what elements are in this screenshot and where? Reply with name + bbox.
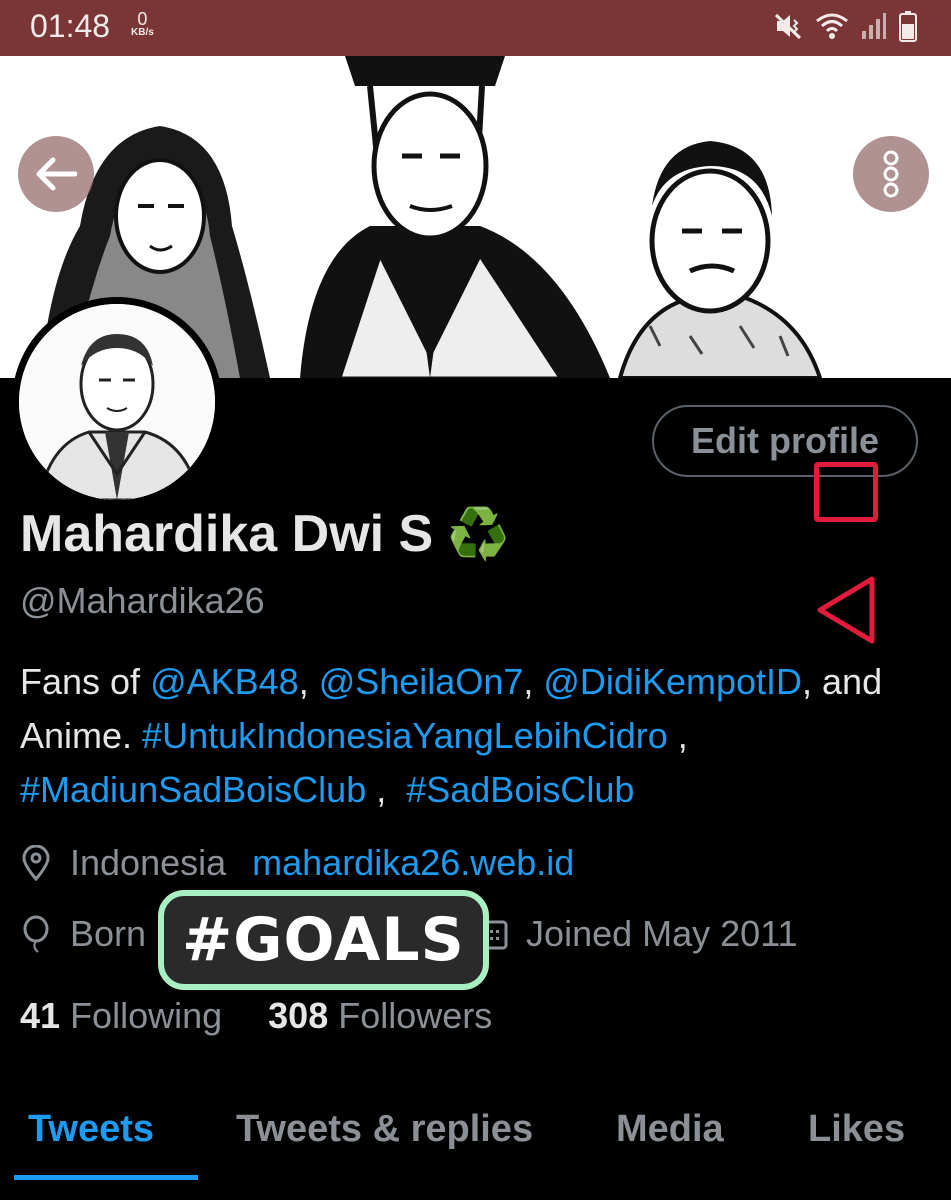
recents-square-overlay [814,462,878,522]
followers-count: 308 [268,995,329,1036]
recycling-emoji: ♻️ [447,505,510,562]
balloon-icon [20,915,52,953]
tab-likes[interactable]: Likes [808,1108,905,1151]
location-pin-icon [20,845,52,881]
follow-stats: 41 Following 308 Followers [20,995,492,1037]
bio-text: , [523,661,544,702]
back-triangle-icon [817,576,875,644]
profile-bio: Fans of @AKB48, @SheilaOn7, @DidiKempotI… [20,655,935,817]
net-speed: 0 KB/s [131,9,154,38]
hashtag-link[interactable]: #UntukIndonesiaYangLebihCidro [142,715,668,756]
followers-link[interactable]: 308 Followers [268,995,492,1036]
location-row: Indonesia mahardika26.web.id [20,842,574,884]
wifi-icon [816,13,848,39]
website-link[interactable]: mahardika26.web.id [252,842,574,884]
tab-media[interactable]: Media [616,1108,724,1151]
avatar-portrait [19,304,215,500]
avatar[interactable] [12,297,222,507]
active-tab-indicator [14,1175,198,1180]
battery-icon [899,11,917,42]
signal-icon [862,13,886,39]
following-link[interactable]: 41 Following [20,995,222,1036]
hashtag-link[interactable]: #SadBoisClub [406,769,634,810]
tab-tweets-replies[interactable]: Tweets & replies [236,1108,533,1151]
bio-text: , [667,715,698,756]
bio-text: , [366,769,407,810]
arrow-left-icon [36,157,77,191]
following-label: Following [70,995,223,1036]
bio-text: Fans of [20,661,151,702]
mention-link[interactable]: @AKB48 [150,661,299,702]
profile-handle: @Mahardika26 [20,580,265,621]
status-bar: 01:48 0 KB/s [0,0,951,56]
tab-tweets[interactable]: Tweets [28,1108,154,1151]
followers-label: Followers [338,995,493,1036]
birth-label: Born [70,913,147,954]
back-button[interactable] [18,136,94,212]
mention-link[interactable]: @DidiKempotID [543,661,802,702]
status-icons [773,10,917,42]
hashtag-link[interactable]: #MadiunSadBoisClub [20,769,366,810]
location-text: Indonesia [70,842,227,883]
bio-text: , [298,661,319,702]
following-count: 41 [20,995,61,1036]
status-time: 01:48 [30,8,111,44]
goals-sticker: #GOALS [158,890,489,990]
more-options-button[interactable] [853,136,929,212]
edit-profile-button[interactable]: Edit profile [652,405,918,477]
mention-link[interactable]: @SheilaOn7 [319,661,524,702]
display-name: Mahardika Dwi S [20,505,434,563]
joined-date: Joined May 2011 [526,913,798,954]
profile-tabs: Tweets Tweets & replies Media Likes [0,1100,951,1200]
mute-vibrate-icon [774,13,802,40]
more-vertical-icon [883,150,899,198]
profile-name: Mahardika Dwi S ♻️ [20,504,510,564]
